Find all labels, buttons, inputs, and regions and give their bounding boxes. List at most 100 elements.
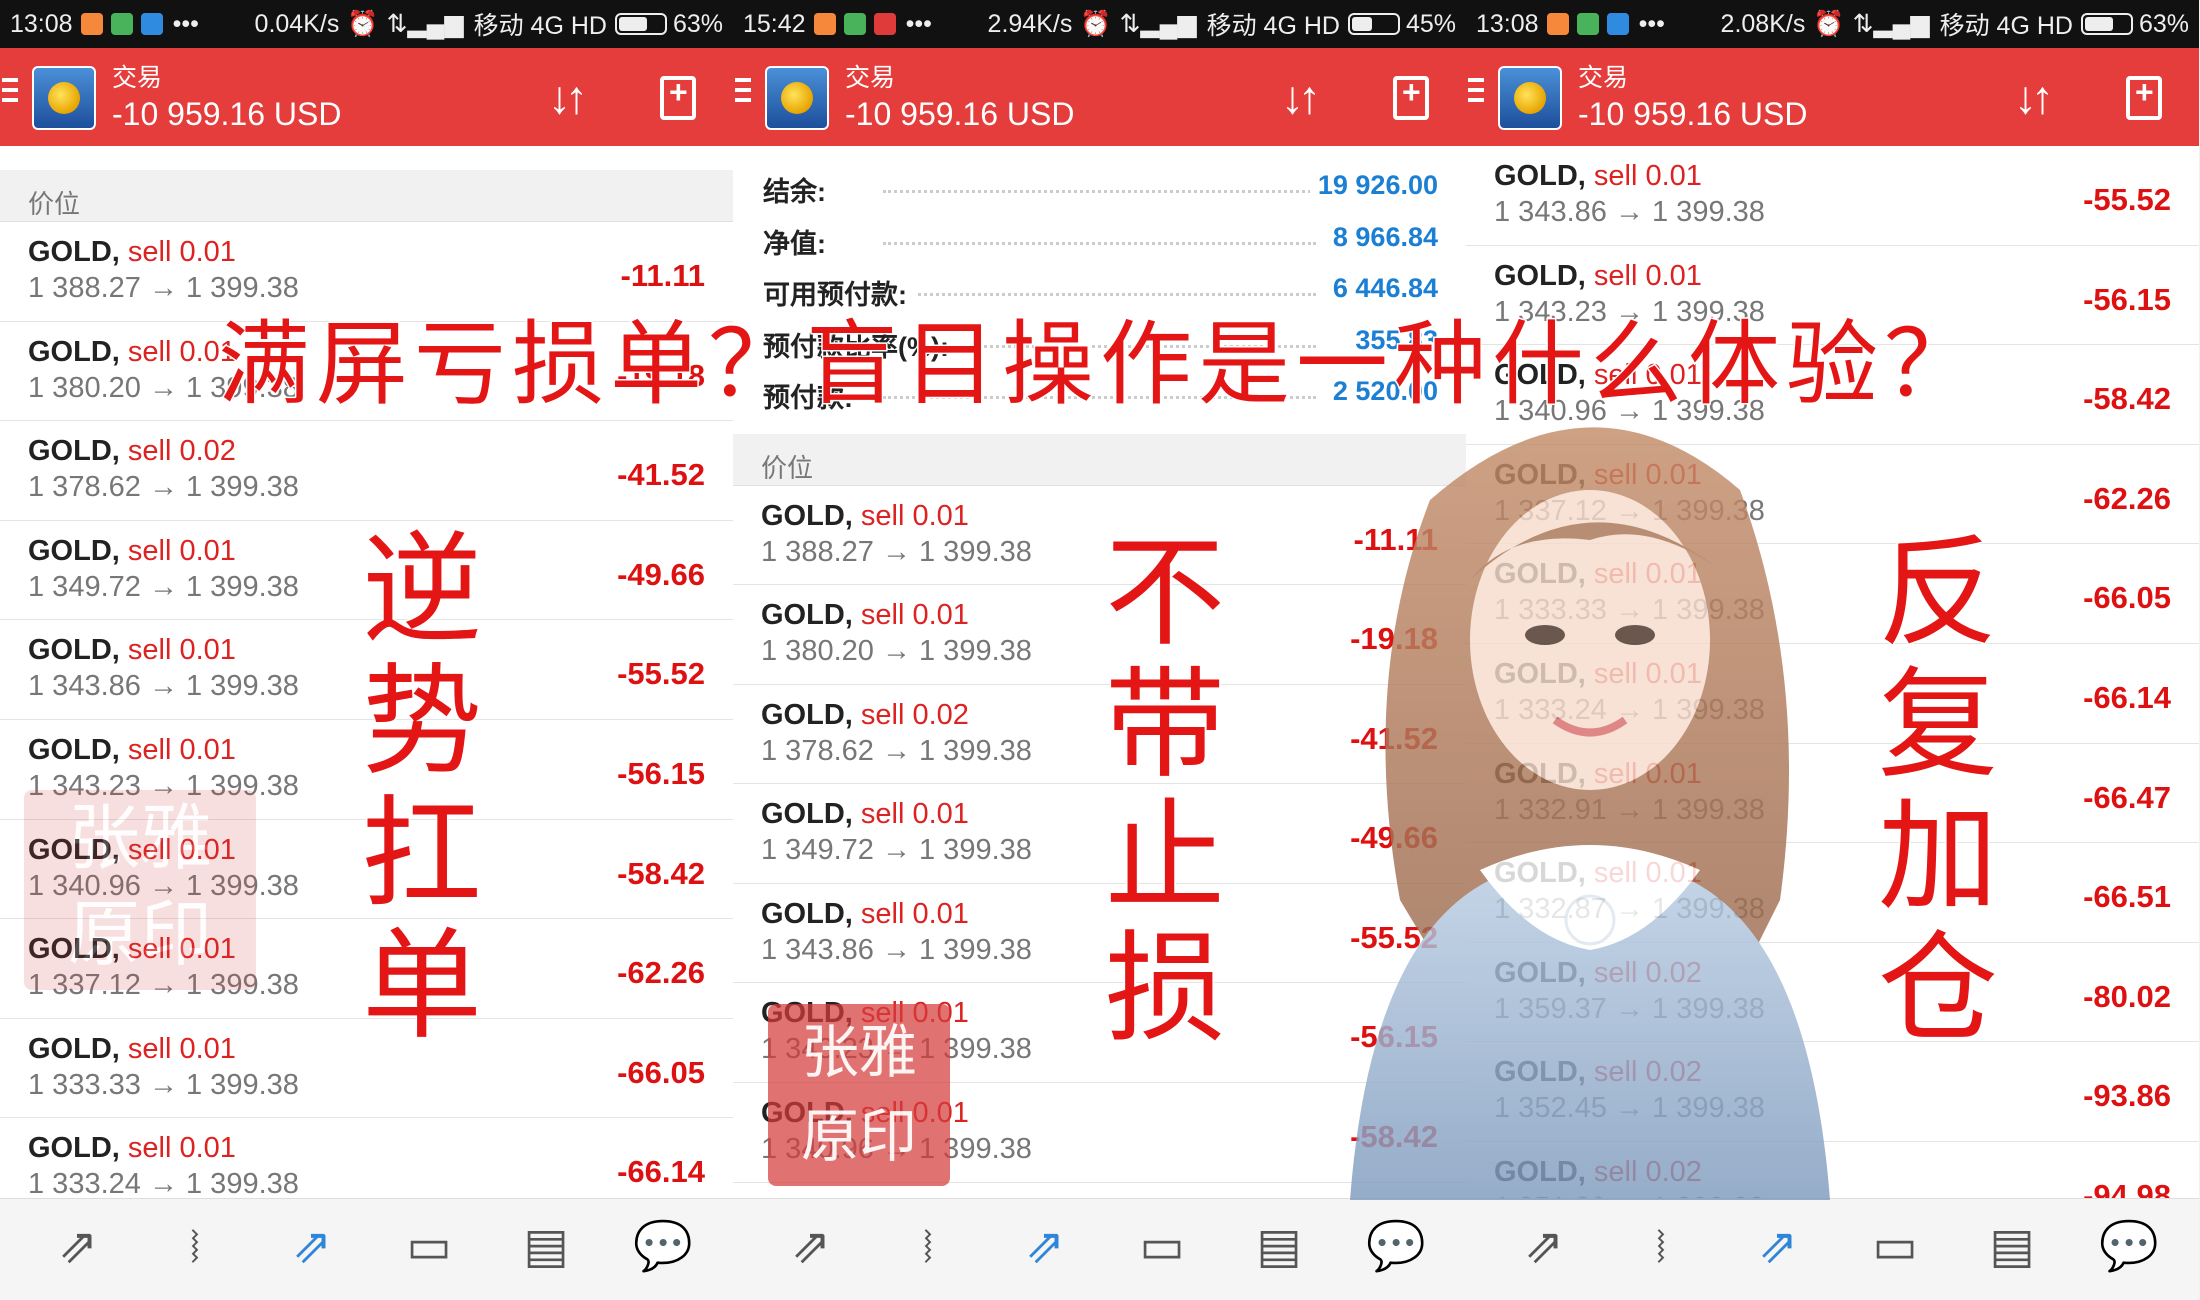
phone-screen-2: 15:42 ••• 2.94K/s ⏰ ⇅▂▄▆ 移动 4G HD 45% 交易…: [733, 0, 1466, 1300]
menu-icon[interactable]: [735, 78, 751, 108]
position-prices: 1 333.24 → 1 399.38: [28, 1168, 299, 1201]
trade-icon[interactable]: ⇗: [282, 1217, 342, 1277]
position-type: sell 0.01: [860, 997, 969, 1030]
trade-icon[interactable]: ⇗: [1748, 1217, 1808, 1277]
position-row[interactable]: GOLD, sell 0.01 1 332.91 → 1 399.38 -66.47: [1466, 743, 2199, 844]
position-type: sell 0.01: [860, 897, 969, 930]
chart-icon[interactable]: ⧘: [1631, 1217, 1691, 1277]
news-icon[interactable]: ▤: [516, 1217, 576, 1277]
position-type: sell 0.01: [1593, 259, 1702, 292]
position-row[interactable]: GOLD, sell 0.01 1 337.12 → 1 399.38 -62.26: [0, 919, 733, 1019]
position-row[interactable]: GOLD, sell 0.01 1 388.27 → 1 399.38 -11.11: [0, 222, 733, 322]
app-logo: [1498, 66, 1562, 130]
position-symbol: GOLD,: [761, 599, 853, 632]
position-row[interactable]: GOLD, sell 0.01 1 380.20 → 1 399.38 -19.18: [0, 321, 733, 422]
menu-icon[interactable]: [1468, 78, 1484, 108]
position-row[interactable]: GOLD, sell 0.01 1 380.20 → 1 399.38 -19.18: [733, 585, 1466, 685]
header-balance: -10 959.16 USD: [845, 96, 1075, 132]
header-title: 交易: [112, 64, 163, 92]
position-type: sell 0.01: [127, 236, 236, 268]
history-icon[interactable]: ▭: [399, 1217, 459, 1277]
status-time: 13:08: [1476, 9, 1539, 38]
position-row[interactable]: GOLD, sell 0.01 1 337.12 → 1 399.38 -62.26: [1466, 444, 2199, 545]
position-row[interactable]: GOLD, sell 0.02 1 359.37 → 1 399.38 -80.02: [1466, 942, 2199, 1043]
chart-icon[interactable]: ⧘: [165, 1217, 225, 1277]
position-row[interactable]: GOLD, sell 0.01 1 333.33 → 1 399.38 -66.05: [0, 1018, 733, 1119]
position-prices: 1 388.27 → 1 399.38: [28, 272, 299, 304]
calendar-notification-icon: [843, 13, 866, 35]
position-row[interactable]: GOLD, sell 0.01 1 343.23 → 1 399.38 -56.15: [0, 719, 733, 820]
position-row[interactable]: GOLD, sell 0.02 1 378.62 → 1 399.38 -41.52: [0, 421, 733, 521]
position-profit: -93.86: [2083, 1078, 2171, 1114]
summary-value: 8 966.84: [1324, 221, 1438, 253]
news-icon[interactable]: ▤: [1249, 1217, 1309, 1277]
positions-list: 价位 GOLD, sell 0.01 1 388.27 → 1 399.38 -11…: [0, 170, 733, 1218]
app-notification-icon: [1546, 13, 1569, 35]
summary-value: 6 446.84: [1324, 273, 1438, 304]
summary-label: 可用预付款:: [763, 273, 915, 312]
position-prices: 1 352.45 → 1 399.38: [1494, 1092, 1765, 1125]
position-row[interactable]: GOLD, sell 0.01 1 343.86 → 1 399.38 -55.52: [733, 883, 1466, 984]
chat-icon[interactable]: 💬: [633, 1217, 693, 1277]
position-profit: -55.52: [2083, 182, 2171, 217]
new-order-icon[interactable]: [2126, 74, 2162, 120]
position-type: sell 0.01: [860, 599, 969, 632]
position-row[interactable]: GOLD, sell 0.01 1 349.72 → 1 399.38 -49.66: [733, 784, 1466, 884]
carrier-label: 移动 4G HD: [1206, 12, 1340, 40]
news-notification-icon: [873, 13, 896, 35]
new-order-icon[interactable]: [1393, 74, 1429, 120]
alarm-icon: ⏰: [347, 9, 379, 38]
position-row[interactable]: GOLD, sell 0.01 1 340.96 → 1 399.38 -58.42: [733, 1083, 1466, 1183]
app-logo: [765, 66, 829, 130]
position-row[interactable]: GOLD, sell 0.01 1 332.87 → 1 399.38 -66.51: [1466, 843, 2199, 943]
position-type: sell 0.01: [127, 534, 236, 567]
position-row[interactable]: GOLD, sell 0.01 1 340.96 → 1 399.38 -58.42: [1466, 345, 2199, 445]
position-prices: 1 343.23 → 1 399.38: [761, 1033, 1032, 1066]
position-title: GOLD, sell 0.01: [1494, 160, 1702, 193]
position-row[interactable]: GOLD, sell 0.01 1 349.72 → 1 399.38 -49.66: [0, 520, 733, 621]
history-icon[interactable]: ▭: [1132, 1217, 1192, 1277]
position-row[interactable]: GOLD, sell 0.01 1 343.86 → 1 399.38 -55.52: [1466, 146, 2199, 246]
quotes-icon[interactable]: ⇗: [48, 1217, 108, 1277]
sort-icon[interactable]: ↓↑: [548, 70, 588, 124]
sort-icon[interactable]: ↓↑: [1281, 70, 1321, 124]
position-prices: 1 343.86 → 1 399.38: [28, 670, 299, 703]
new-order-icon[interactable]: [660, 74, 696, 120]
position-title: GOLD, sell 0.01: [28, 336, 236, 369]
position-profit: -62.26: [2083, 480, 2171, 516]
quotes-icon[interactable]: ⇗: [781, 1217, 841, 1277]
position-prices: 1 343.23 → 1 399.38: [1494, 295, 1765, 328]
position-row[interactable]: GOLD, sell 0.02 1 352.45 → 1 399.38 -93.86: [1466, 1042, 2199, 1142]
position-prices: 1 333.24 → 1 399.38: [1494, 693, 1765, 726]
position-row[interactable]: GOLD, sell 0.01 1 333.24 → 1 399.38 -66.14: [1466, 643, 2199, 744]
position-row[interactable]: GOLD, sell 0.02 1 378.62 → 1 399.38 -41.52: [733, 684, 1466, 785]
history-icon[interactable]: ▭: [1865, 1217, 1925, 1277]
position-symbol: GOLD,: [1494, 160, 1586, 192]
position-row[interactable]: GOLD, sell 0.01 1 343.23 → 1 399.38 -56.15: [1466, 245, 2199, 346]
position-row[interactable]: GOLD, sell 0.01 1 388.27 → 1 399.38 -11.11: [733, 485, 1466, 586]
sort-icon[interactable]: ↓↑: [2014, 70, 2054, 124]
chat-icon[interactable]: 💬: [2099, 1217, 2159, 1277]
position-type: sell 0.01: [127, 733, 236, 766]
trade-icon[interactable]: ⇗: [1015, 1217, 1075, 1277]
position-title: GOLD, sell 0.01: [28, 634, 236, 667]
position-prices: 1 340.96 → 1 399.38: [28, 869, 299, 902]
position-symbol: GOLD,: [1494, 1155, 1586, 1188]
position-row[interactable]: GOLD, sell 0.01 1 343.23 → 1 399.38 -56.15: [733, 983, 1466, 1084]
position-type: sell 0.01: [860, 1097, 969, 1130]
position-row[interactable]: GOLD, sell 0.01 1 333.33 → 1 399.38 -66.05: [1466, 544, 2199, 644]
chat-icon[interactable]: 💬: [1366, 1217, 1426, 1277]
quotes-icon[interactable]: ⇗: [1514, 1217, 1574, 1277]
chart-icon[interactable]: ⧘: [898, 1217, 958, 1277]
position-row[interactable]: GOLD, sell 0.01 1 340.96 → 1 399.38 -58.42: [0, 819, 733, 920]
menu-icon[interactable]: [2, 78, 18, 108]
position-profit: -56.15: [2083, 281, 2171, 317]
app-header: 交易 -10 959.16 USD ↓↑: [0, 48, 733, 146]
news-icon[interactable]: ▤: [1982, 1217, 2042, 1277]
position-row[interactable]: GOLD, sell 0.01 1 343.86 → 1 399.38 -55.52: [0, 620, 733, 720]
position-type: sell 0.01: [1593, 857, 1702, 890]
position-symbol: GOLD,: [28, 236, 120, 268]
bottom-nav: ⇗ ⧘ ⇗ ▭ ▤ 💬: [0, 1198, 733, 1300]
position-prices: 1 378.62 → 1 399.38: [761, 734, 1032, 767]
battery-icon: [1347, 13, 1400, 35]
